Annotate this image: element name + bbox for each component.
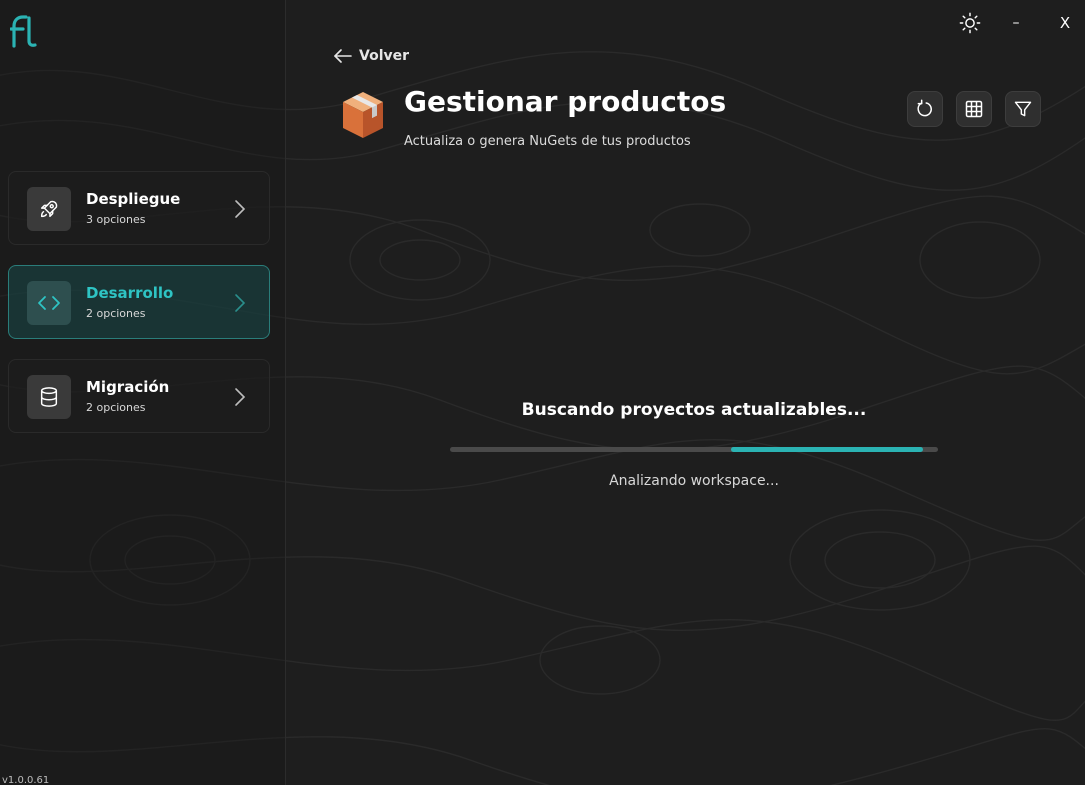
grid-icon — [965, 100, 983, 118]
sidebar-item-subtitle: 2 opciones — [86, 401, 146, 414]
sidebar: Despliegue 3 opciones Desarrollo 2 opcio… — [0, 0, 286, 785]
filter-button[interactable] — [1005, 91, 1041, 127]
sidebar-item-title: Desarrollo — [86, 284, 174, 302]
sidebar-item-subtitle: 3 opciones — [86, 213, 146, 226]
page-subtitle: Actualiza o genera NuGets de tus product… — [404, 134, 691, 149]
theme-toggle-button[interactable] — [956, 8, 984, 38]
arrow-left-icon — [334, 49, 352, 63]
sidebar-item-subtitle: 2 opciones — [86, 307, 146, 320]
minimize-button[interactable]: – — [1006, 8, 1026, 38]
app-window: Despliegue 3 opciones Desarrollo 2 opcio… — [0, 0, 1085, 785]
refresh-button[interactable] — [907, 91, 943, 127]
database-icon — [27, 375, 71, 419]
sun-icon — [959, 12, 981, 34]
back-label: Volver — [359, 48, 410, 64]
sidebar-item-despliegue[interactable]: Despliegue 3 opciones — [8, 171, 270, 245]
progress-bar-fill — [730, 447, 924, 452]
progress-bar — [450, 447, 938, 452]
sidebar-item-title: Despliegue — [86, 190, 181, 208]
refresh-icon — [917, 99, 932, 117]
rocket-icon — [27, 187, 71, 231]
loading-status: Analizando workspace... — [609, 473, 779, 489]
close-button[interactable]: X — [1054, 8, 1076, 38]
chevron-right-icon — [235, 294, 246, 312]
app-logo-icon — [10, 15, 37, 48]
sidebar-item-migracion[interactable]: Migración 2 opciones — [8, 359, 270, 433]
sidebar-item-desarrollo[interactable]: Desarrollo 2 opciones — [8, 265, 270, 339]
package-icon — [343, 92, 383, 138]
app-version: v1.0.0.61 — [2, 775, 50, 785]
chevron-right-icon — [235, 200, 246, 218]
loading-title: Buscando proyectos actualizables... — [521, 400, 867, 420]
chevron-right-icon — [235, 388, 246, 406]
page-title: Gestionar productos — [404, 85, 727, 118]
code-icon — [27, 281, 71, 325]
sidebar-item-title: Migración — [86, 378, 170, 396]
back-button[interactable]: Volver — [333, 48, 409, 64]
grid-view-button[interactable] — [956, 91, 992, 127]
filter-icon — [1014, 101, 1032, 117]
